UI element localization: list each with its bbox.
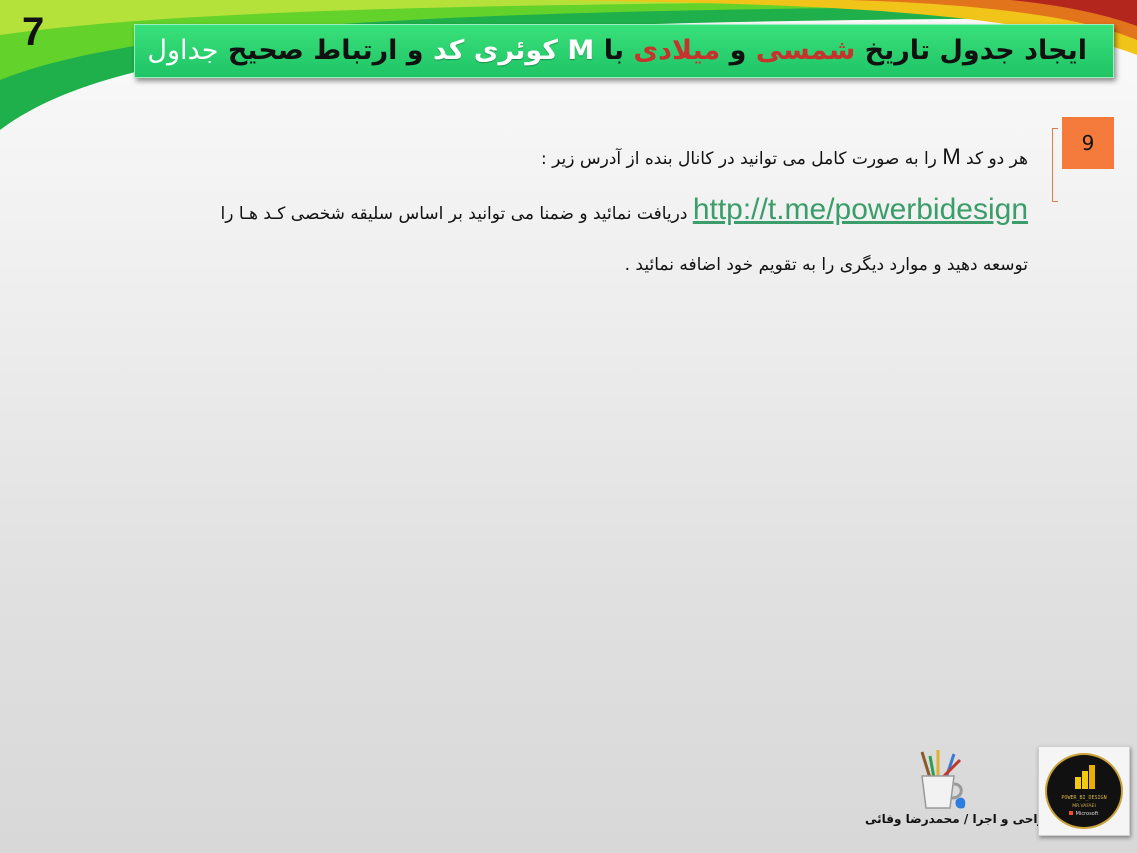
body-line-3: توسعه دهید و موارد دیگری را به تقویم خود… (624, 255, 1028, 275)
title-segment-1: ایجاد جدول تاریخ (855, 35, 1087, 66)
title-segment-tables: جداول (147, 35, 219, 66)
title-banner: ایجاد جدول تاریخ شمسی و میلادی با M کوئر… (134, 24, 1114, 78)
power-bi-design-logo: POWER_BI_DESIGN MR.VAFAEI Microsoft (1045, 753, 1123, 829)
logo-text-2: MR.VAFAEI (1072, 803, 1096, 809)
title-segment-3: و (720, 35, 756, 66)
title-segment-m: M (567, 35, 595, 66)
power-bi-bars-icon: POWER_BI_DESIGN MR.VAFAEI Microsoft (1061, 765, 1107, 817)
item-number-badge: 9 (1062, 117, 1114, 169)
telegram-channel-link[interactable]: http://t.me/powerbidesign (693, 193, 1028, 226)
author-credit: طراحی و اجرا / محمدرضا وفائی (865, 812, 1057, 826)
paintbrush-cup-icon (920, 750, 966, 809)
line2-text: دریافت نمائید و ضمنا می توانید بر اساس س… (220, 204, 693, 224)
slide-number: 7 (22, 10, 45, 54)
title-segment-8: و ارتباط صحیح (218, 35, 433, 66)
body-text: هر دو کد M را به صورت کامل می توانید در … (66, 135, 1028, 287)
title-segment-5: با (594, 35, 634, 66)
title-segment-miladi: میلادی (633, 35, 721, 66)
line1-m: M (942, 144, 961, 169)
body-line-1: هر دو کد M را به صورت کامل می توانید در … (66, 135, 1028, 181)
title-segment-shamsi: شمسی (755, 35, 856, 66)
brand-logo-frame: POWER_BI_DESIGN MR.VAFAEI Microsoft (1038, 746, 1130, 836)
line1-suffix: را به صورت کامل می توانید در کانال بنده … (541, 149, 943, 169)
logo-text-3: Microsoft (1076, 811, 1099, 817)
item-bracket (1052, 128, 1058, 202)
body-line-2: http://t.me/powerbidesign دریافت نمائید … (66, 181, 1028, 243)
line1-prefix: هر دو کد (960, 149, 1028, 169)
logo-text-1: POWER_BI_DESIGN (1061, 795, 1106, 801)
title-segment-query-code: کوئری کد (433, 35, 568, 66)
